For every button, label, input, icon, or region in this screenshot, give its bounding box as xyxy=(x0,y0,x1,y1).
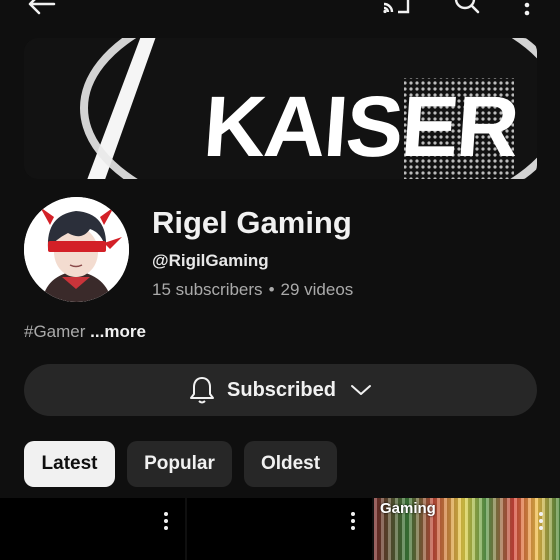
channel-handle: @RigilGaming xyxy=(152,251,269,270)
chip-latest[interactable]: Latest xyxy=(24,441,115,487)
subscriber-count: 15 subscribers xyxy=(152,280,263,299)
video-thumbnail[interactable] xyxy=(187,498,372,560)
bell-icon xyxy=(189,375,215,405)
channel-stats: 15 subscribers • 29 videos xyxy=(152,280,353,300)
chip-popular[interactable]: Popular xyxy=(127,441,232,487)
channel-description[interactable]: #Gamer ...more xyxy=(24,322,146,342)
subscribed-label: Subscribed xyxy=(227,378,336,401)
video-count: 29 videos xyxy=(280,280,354,299)
more-vert-icon[interactable] xyxy=(350,512,356,532)
channel-banner: KAISER xyxy=(24,38,537,179)
subscribed-button[interactable]: Subscribed xyxy=(24,364,537,416)
chevron-down-icon xyxy=(350,383,372,397)
avatar[interactable] xyxy=(24,197,129,302)
more-vert-icon[interactable] xyxy=(523,0,531,18)
banner-text: KAISER xyxy=(200,79,521,175)
search-icon[interactable] xyxy=(452,0,482,16)
cast-icon[interactable] xyxy=(380,0,412,16)
back-arrow-icon[interactable] xyxy=(26,0,56,16)
more-vert-icon[interactable] xyxy=(538,512,544,532)
more-vert-icon[interactable] xyxy=(163,512,169,532)
stats-separator: • xyxy=(268,280,275,299)
video-thumbnail[interactable] xyxy=(0,498,185,560)
more-link[interactable]: ...more xyxy=(90,322,146,341)
avatar-illustration xyxy=(24,197,129,302)
top-app-bar xyxy=(0,0,560,20)
channel-name: Rigel Gaming xyxy=(152,205,352,240)
description-text: #Gamer xyxy=(24,322,86,341)
chip-oldest[interactable]: Oldest xyxy=(244,441,337,487)
video-thumbnail[interactable]: Gaming xyxy=(374,498,560,560)
thumbnail-text: Gaming xyxy=(380,500,436,517)
